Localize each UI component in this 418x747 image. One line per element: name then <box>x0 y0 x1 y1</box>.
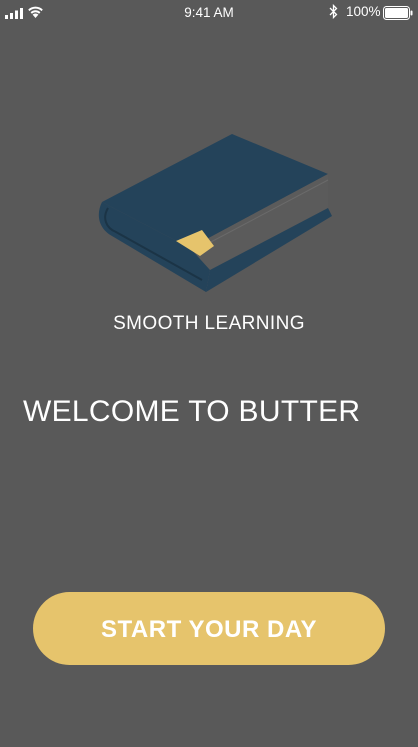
welcome-title: WELCOME TO BUTTER <box>23 395 361 428</box>
start-your-day-button[interactable]: START YOUR DAY <box>33 592 385 665</box>
status-bar: 9:41 AM 100% <box>0 0 418 26</box>
battery-icon <box>383 6 413 20</box>
bluetooth-icon <box>329 4 338 19</box>
battery-percent: 100% <box>346 4 381 19</box>
welcome-screen: 9:41 AM 100% SMOOTH LEARNING WELCOME TO … <box>0 0 418 747</box>
book-icon <box>98 134 332 292</box>
tagline: SMOOTH LEARNING <box>113 313 305 334</box>
